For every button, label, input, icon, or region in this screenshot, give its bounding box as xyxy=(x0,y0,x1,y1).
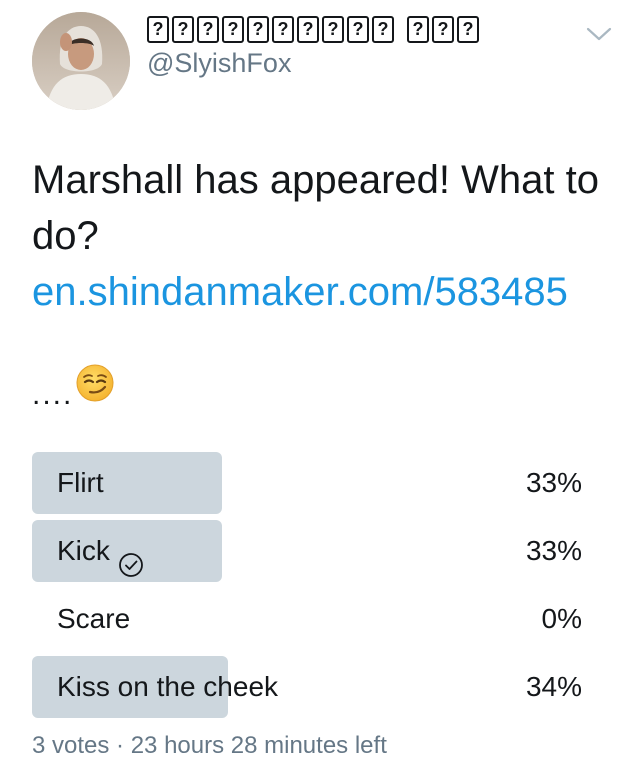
poll-option[interactable]: Kiss on the cheek 34% xyxy=(32,656,592,718)
poll-option-text: Flirt xyxy=(57,467,104,498)
poll-option-text: Kick xyxy=(57,535,110,566)
tweet-link[interactable]: en.shindanmaker.com/583485 xyxy=(32,264,622,320)
poll: Flirt 33% Kick 33% Scare 0% Kiss on the … xyxy=(32,452,592,724)
tweet-trailer: .... xyxy=(32,360,115,410)
poll-option-label: Scare xyxy=(57,588,130,650)
poll-option-percent: 34% xyxy=(525,671,582,702)
avatar[interactable] xyxy=(32,12,130,110)
missing-glyph: ? xyxy=(147,15,169,43)
missing-glyph: ? xyxy=(272,15,294,43)
avatar-image xyxy=(32,12,130,110)
display-name[interactable]: ? ? ? ? ? ? ? ? ? ? ? ? ? xyxy=(147,12,482,46)
missing-glyph: ? xyxy=(372,15,394,43)
poll-option[interactable]: Kick 33% xyxy=(32,520,592,582)
check-circle-icon xyxy=(118,538,144,577)
poll-option-text: Kiss on the cheek xyxy=(57,671,279,702)
poll-option-label: Kick xyxy=(57,520,144,582)
poll-option-percent: 33% xyxy=(525,535,582,566)
poll-option-text: Scare xyxy=(57,603,131,634)
poll-option[interactable]: Flirt 33% xyxy=(32,452,592,514)
missing-glyph: ? xyxy=(347,15,369,43)
chevron-down-icon[interactable] xyxy=(584,22,614,46)
ellipsis-text: .... xyxy=(32,378,74,411)
missing-glyph: ? xyxy=(222,15,244,43)
poll-option[interactable]: Scare 0% xyxy=(32,588,592,650)
tweet-body: Marshall has appeared! What to do? xyxy=(32,158,599,258)
poll-option-label: Flirt xyxy=(57,452,104,514)
missing-glyph: ? xyxy=(197,15,219,43)
poll-footer: 3 votes · 23 hours 28 minutes left xyxy=(32,732,387,759)
missing-glyph: ? xyxy=(322,15,344,43)
missing-glyph: ? xyxy=(457,15,479,43)
missing-glyph: ? xyxy=(297,15,319,43)
poll-option-percent: 33% xyxy=(525,467,582,498)
tweet-text: Marshall has appeared! What to do? en.sh… xyxy=(32,152,622,320)
poll-option-label: Kiss on the cheek xyxy=(57,656,278,718)
user-handle[interactable]: @SlyishFox xyxy=(147,48,291,79)
smirking-face-emoji-icon xyxy=(75,363,115,408)
missing-glyph: ? xyxy=(172,15,194,43)
missing-glyph: ? xyxy=(407,15,429,43)
missing-glyph: ? xyxy=(432,15,454,43)
missing-glyph: ? xyxy=(247,15,269,43)
poll-option-percent: 0% xyxy=(541,603,582,634)
